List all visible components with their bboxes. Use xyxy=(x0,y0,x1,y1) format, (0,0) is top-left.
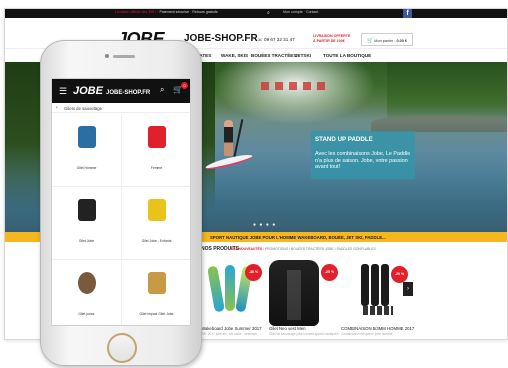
menu-icon[interactable]: ☰ xyxy=(59,86,67,97)
product-image-wakeboard-2[interactable] xyxy=(225,265,235,311)
cart-label: Mon panier : xyxy=(374,39,396,43)
grid-item[interactable]: Gilet Homme xyxy=(52,114,122,187)
grid-item-label: Gilet Homme xyxy=(76,166,97,170)
tab-others[interactable]: / PROMOTIONS / BOUÉES TRACTÉES JOBE / PA… xyxy=(262,247,376,251)
mobile-logo[interactable]: JOBE JOBE-SHOP.FR xyxy=(73,85,150,97)
home-button[interactable] xyxy=(107,333,137,363)
back-chevron-icon[interactable]: ‹ xyxy=(56,105,58,111)
top-utility-bar: Livraison offerte dès 30€ ! · Paiement s… xyxy=(5,9,507,18)
topbar-promo: Livraison offerte dès 30€ ! · Paiement s… xyxy=(115,10,218,14)
product-thumb xyxy=(148,272,166,294)
mobile-screen: ☰ JOBE JOBE-SHOP.FR ⌕ 🛒 0 ‹ Gilets de sa… xyxy=(51,78,191,326)
slider-dots[interactable]: ● ● ● ● xyxy=(253,222,276,228)
product-thumb xyxy=(78,126,96,148)
cart-count-badge: 0 xyxy=(181,82,188,89)
grid-item-label: Gilet Jobe - Enfants xyxy=(141,239,172,243)
search-icon[interactable]: ⌕ xyxy=(267,10,270,16)
product-thumb xyxy=(78,199,96,221)
product-thumb xyxy=(78,272,96,294)
mobile-header: ☰ JOBE JOBE-SHOP.FR ⌕ 🛒 0 xyxy=(52,79,190,103)
grid-item[interactable]: Femme xyxy=(122,114,190,187)
product-thumb xyxy=(148,199,166,221)
nav-item-wake-skis[interactable]: WAKE, SKIS xyxy=(221,53,248,58)
carousel-next-button[interactable]: › xyxy=(403,282,413,296)
speaker-grille xyxy=(113,55,135,58)
hero-title: STAND UP PADDLE xyxy=(315,136,373,143)
discount-badge: -20 % xyxy=(391,266,408,283)
nav-item-bouees[interactable]: BOUÉES TRACTÉES xyxy=(251,53,296,58)
hero-paddler xyxy=(224,120,233,156)
hero-text: Avec les combinaisons Jobe, Le Paddle n'… xyxy=(315,151,411,171)
product-color-thumbnails[interactable] xyxy=(363,306,393,315)
search-icon[interactable]: ⌕ xyxy=(160,85,164,95)
phone-number: ☏ 09 67 32 31 47 xyxy=(257,37,295,42)
product-title[interactable]: Gilet Neo vest Men xyxy=(269,326,306,331)
breadcrumb: ‹ Gilets de sauvetage xyxy=(52,103,190,113)
grid-item-label: Gilet impact Gilet Jobe xyxy=(139,312,174,316)
promo-banner-text: SPORT NAUTIQUE JOBE POUR L'HOMME WAKEBOA… xyxy=(210,234,386,240)
cart-icon: 🛒 xyxy=(367,38,374,44)
grid-item[interactable]: Gilet junior xyxy=(52,260,122,325)
grid-item-label: Gilet junior xyxy=(78,312,95,316)
product-image-wetsuit[interactable] xyxy=(361,264,369,306)
cart-value: 0.00 € xyxy=(396,39,408,43)
product-image-vest[interactable] xyxy=(269,260,319,326)
camera-icon xyxy=(105,54,109,58)
breadcrumb-label: Gilets de sauvetage xyxy=(64,106,102,111)
product-image-wetsuit-2[interactable] xyxy=(371,264,379,306)
grid-item-label: Femme xyxy=(150,166,163,170)
product-title[interactable]: COMBINAISON 5/3MM HOMME 2017 xyxy=(341,326,414,331)
phone-mockup: ☰ JOBE JOBE-SHOP.FR ⌕ 🛒 0 ‹ Gilets de sa… xyxy=(40,40,202,366)
grid-item[interactable]: Gilet impact Gilet Jobe xyxy=(122,260,190,325)
nav-item-jetski[interactable]: JETSKI xyxy=(295,53,311,58)
discount-badge: -25 % xyxy=(321,264,338,281)
nav-item-toute-boutique[interactable]: TOUTE LA BOUTIQUE xyxy=(323,53,371,58)
product-subtitle: Réf. 2017 jobe ski · ski wake · sélectio… xyxy=(201,332,257,336)
product-title[interactable]: Wakeboard Jobe Summer 2017 xyxy=(201,326,262,331)
facebook-icon[interactable]: f xyxy=(403,9,412,18)
product-image-wetsuit-3[interactable] xyxy=(381,264,389,306)
product-subtitle: Gilet de sauvetage jobe homme sports nau… xyxy=(269,332,339,336)
grid-item[interactable]: Gilet Jobe xyxy=(52,187,122,260)
tab-nouveautes[interactable]: LES NOUVEAUTÉS xyxy=(231,247,262,251)
product-image-wakeboard[interactable] xyxy=(207,265,225,313)
hero-caption: STAND UP PADDLE Avec les combinaisons Jo… xyxy=(311,131,415,179)
topbar-links[interactable]: Mon compte · Contact xyxy=(283,10,318,14)
grid-item[interactable]: Gilet Jobe - Enfants xyxy=(122,187,190,260)
hero-trees-right xyxy=(387,62,507,122)
site-logo-domain[interactable]: JOBE-SHOP.FR xyxy=(184,33,258,44)
product-tabs[interactable]: LES NOUVEAUTÉS / PROMOTIONS / BOUÉES TRA… xyxy=(231,247,376,251)
cart-button[interactable]: 🛒 Mon panier : 0.00 € xyxy=(361,33,413,46)
product-subtitle: Combinaison néoprène jobe homme xyxy=(341,332,393,336)
shipping-promo: LIVRAISON OFFERTE À PARTIR DE 100€ xyxy=(313,34,351,43)
grid-item-label: Gilet Jobe xyxy=(78,239,95,243)
hero-rocks xyxy=(371,116,507,132)
hero-boats xyxy=(261,82,331,90)
discount-badge: -30 % xyxy=(245,264,262,281)
product-thumb xyxy=(148,126,166,148)
